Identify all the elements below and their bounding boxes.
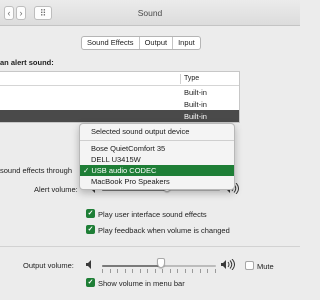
menu-bar-checkbox[interactable]: ✓ — [86, 278, 95, 287]
output-device-menu[interactable]: Selected sound output device Bose QuietC… — [79, 123, 235, 190]
ui-sound-effects-label: Play user interface sound effects — [98, 210, 207, 219]
volume-feedback-checkbox[interactable]: ✓ — [86, 225, 95, 234]
list-header: Type — [0, 72, 239, 86]
type-cell: Built-in — [184, 112, 207, 121]
volume-tick-marks — [102, 269, 216, 273]
menu-item-usb-codec[interactable]: ✓ USB audio CODEC — [80, 165, 234, 176]
tab-output[interactable]: Output — [138, 37, 173, 49]
output-volume-thumb[interactable] — [157, 258, 165, 268]
menu-bar-label: Show volume in menu bar — [98, 279, 185, 288]
menu-item-dell[interactable]: DELL U3415W — [91, 155, 141, 164]
type-column-header[interactable]: Type — [184, 75, 199, 82]
output-volume-label: Output volume: — [23, 261, 74, 270]
tab-sound-effects[interactable]: Sound Effects — [82, 37, 139, 49]
tab-input[interactable]: Input — [172, 37, 200, 49]
column-separator — [180, 74, 181, 84]
alert-volume-label: Alert volume: — [34, 185, 78, 194]
list-item-selected[interactable]: Built-in — [0, 110, 239, 122]
volume-feedback-label: Play feedback when volume is changed — [98, 226, 230, 235]
menu-item-bose[interactable]: Bose QuietComfort 35 — [91, 144, 165, 153]
list-item[interactable]: Built-in — [0, 86, 239, 98]
type-cell: Built-in — [184, 88, 207, 97]
list-item[interactable]: Built-in — [0, 98, 239, 110]
menu-separator — [80, 140, 234, 141]
play-through-label: sound effects through — [0, 166, 72, 175]
window-title: Sound — [137, 8, 163, 18]
mute-checkbox[interactable] — [245, 261, 254, 270]
type-cell: Built-in — [184, 100, 207, 109]
menu-item-selected-device[interactable]: Selected sound output device — [91, 127, 189, 136]
menu-item-macbook-speakers[interactable]: MacBook Pro Speakers — [91, 177, 170, 186]
alert-sound-list[interactable]: Type Built-in Built-in Built-in — [0, 71, 240, 123]
ui-sound-effects-checkbox[interactable]: ✓ — [86, 209, 95, 218]
alert-sound-label: an alert sound: — [0, 58, 54, 67]
speaker-low-icon — [86, 260, 91, 269]
output-volume-fill — [102, 265, 161, 267]
speaker-high-icon — [221, 259, 235, 270]
mute-label: Mute — [257, 262, 274, 271]
tab-bar: Sound Effects Output Input — [81, 36, 201, 50]
title-bar: ‹ › ⠿ Sound — [0, 0, 300, 26]
section-divider — [0, 246, 300, 247]
